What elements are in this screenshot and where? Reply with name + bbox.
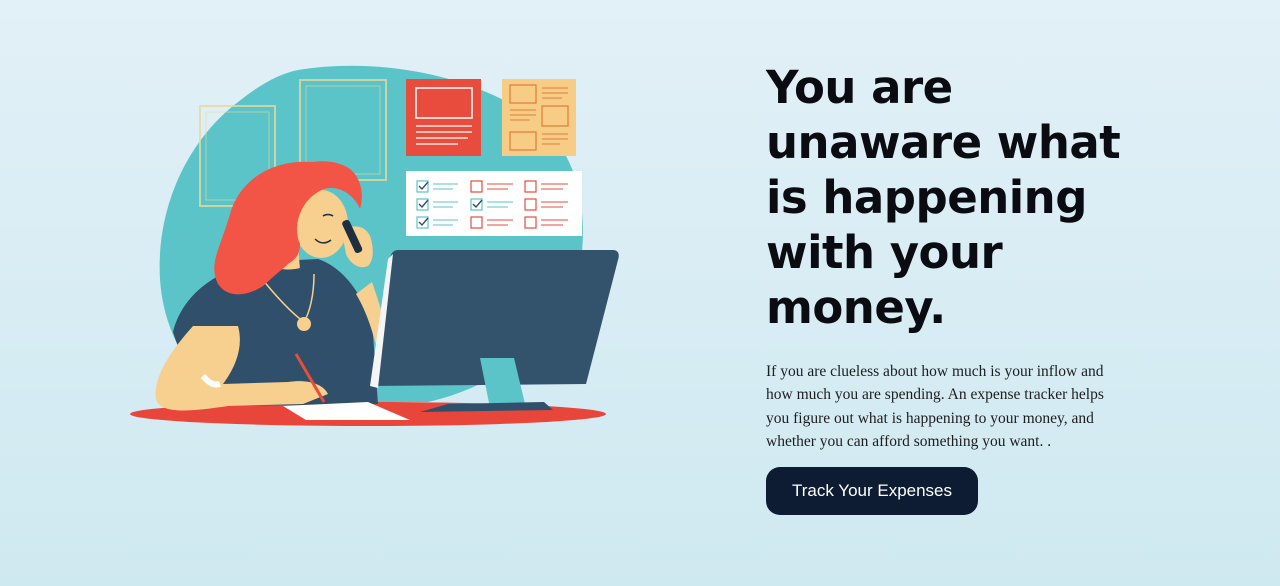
hero-description: If you are clueless about how much is yo… — [766, 363, 1104, 450]
checklist-board — [406, 171, 582, 236]
hero-illustration — [128, 64, 628, 434]
hero-headline: You are unaware what is happening with y… — [766, 61, 1121, 334]
yellow-note — [502, 79, 576, 156]
hero-text-block: You are unaware what is happening with y… — [766, 60, 1126, 516]
track-expenses-button[interactable]: Track Your Expenses — [766, 467, 979, 516]
